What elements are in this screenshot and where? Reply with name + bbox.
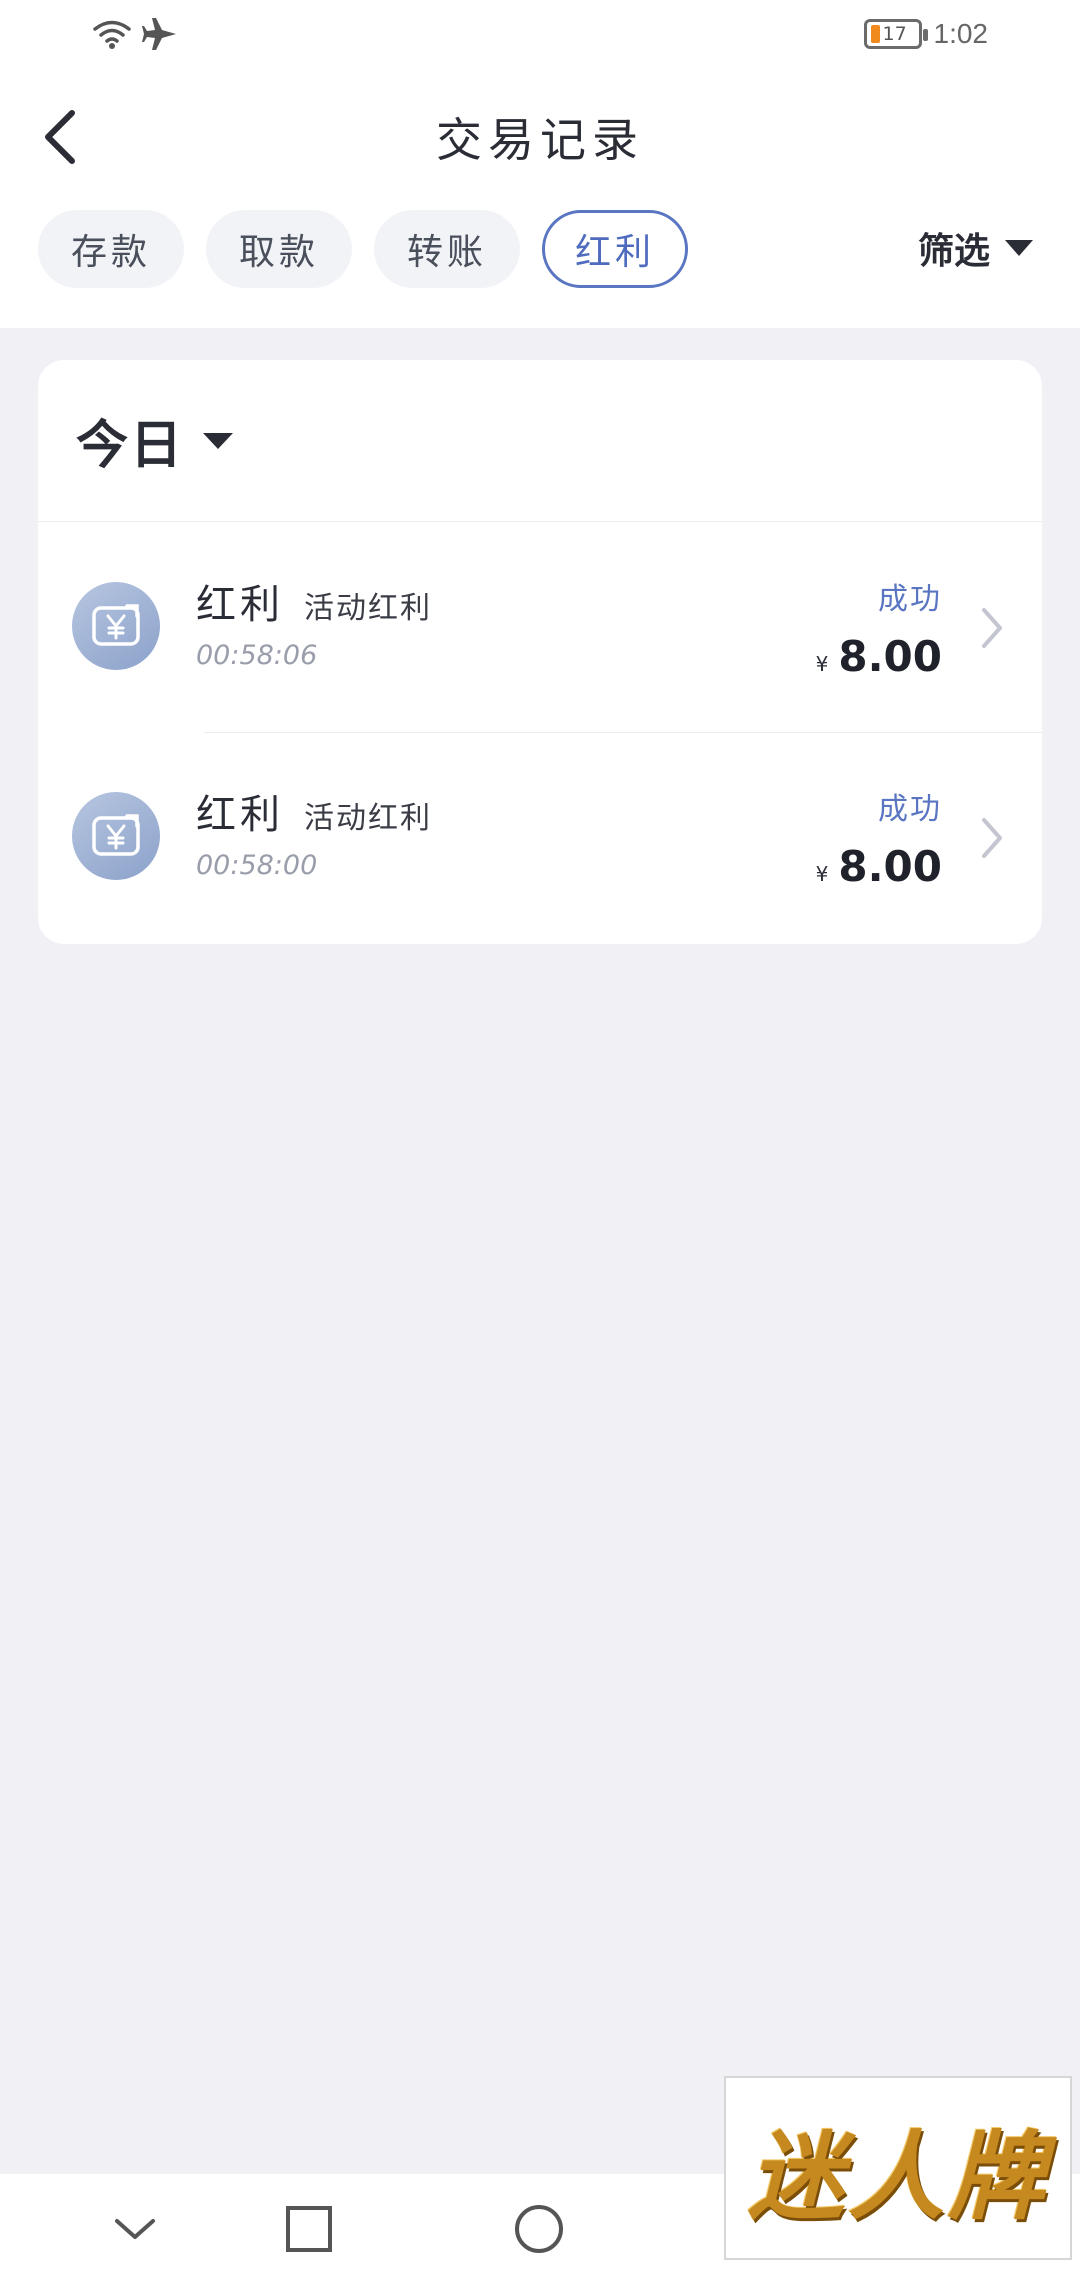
bonus-yuan-icon: [72, 582, 160, 670]
tab-transfer[interactable]: 转账: [374, 210, 520, 288]
caret-down-icon: [1005, 240, 1033, 256]
battery-level-fill: [870, 25, 880, 43]
status-clock: 1:02: [933, 18, 989, 49]
row-amount: ¥ 8.00: [816, 632, 942, 681]
watermark-text: 迷人牌: [748, 2119, 1048, 2233]
row-time: 00:58:06: [196, 640, 318, 671]
row-subtype: 活动红利: [304, 591, 432, 626]
records-card: 今日 红利 活动红利 00:58:06 成功 ¥ 8.00 红利 活动红利 00…: [38, 360, 1042, 944]
battery-level: 17: [882, 23, 907, 45]
tab-bar: 存款 取款 转账 红利: [38, 210, 688, 288]
status-icons: [92, 16, 178, 56]
filter-label: 筛选: [917, 231, 990, 272]
list-item[interactable]: 红利 活动红利 00:58:06 成功 ¥ 8.00: [38, 522, 1042, 732]
nav-back-icon: [115, 2219, 155, 2239]
status-badge: 成功: [878, 792, 942, 827]
row-time: 00:58:00: [196, 850, 318, 881]
row-title: 红利 活动红利: [196, 782, 432, 840]
tab-withdraw[interactable]: 取款: [206, 210, 352, 288]
nav-home-icon: [515, 2205, 563, 2253]
tab-deposit[interactable]: 存款: [38, 210, 184, 288]
header: 交易记录 存款 取款 转账 红利 筛选: [0, 72, 1080, 328]
row-title: 红利 活动红利: [196, 572, 432, 630]
period-selector[interactable]: 今日: [38, 360, 1042, 522]
chevron-right-icon: [972, 600, 1012, 656]
nav-home-button[interactable]: [508, 2198, 570, 2260]
currency-symbol: ¥: [815, 862, 829, 886]
amount-value: 8.00: [838, 842, 942, 891]
list-item[interactable]: 红利 活动红利 00:58:00 成功 ¥ 8.00: [38, 732, 1042, 942]
row-amount: ¥ 8.00: [816, 842, 942, 891]
row-subtype: 活动红利: [304, 801, 432, 836]
battery-icon: 17: [863, 19, 928, 49]
page-title: 交易记录: [436, 113, 644, 167]
row-type: 红利: [196, 792, 284, 838]
nav-back-button[interactable]: [104, 2198, 166, 2260]
tab-bonus[interactable]: 红利: [542, 210, 688, 288]
filter-button[interactable]: 筛选: [918, 222, 1034, 274]
chevron-right-icon: [972, 810, 1012, 866]
period-label: 今日: [76, 416, 185, 476]
status-right: 17 1:02: [863, 18, 989, 50]
nav-recents-button[interactable]: [278, 2198, 340, 2260]
caret-down-icon: [203, 432, 234, 449]
bonus-yuan-icon: [72, 792, 160, 880]
currency-symbol: ¥: [815, 652, 829, 676]
watermark-logo: 迷人牌: [724, 2076, 1072, 2260]
nav-recents-icon: [286, 2206, 332, 2252]
wifi-icon: [92, 18, 132, 54]
status-badge: 成功: [878, 582, 942, 617]
airplane-icon: [142, 16, 178, 56]
amount-value: 8.00: [838, 632, 942, 681]
status-bar: 17 1:02: [0, 0, 1080, 72]
row-type: 红利: [196, 582, 284, 628]
